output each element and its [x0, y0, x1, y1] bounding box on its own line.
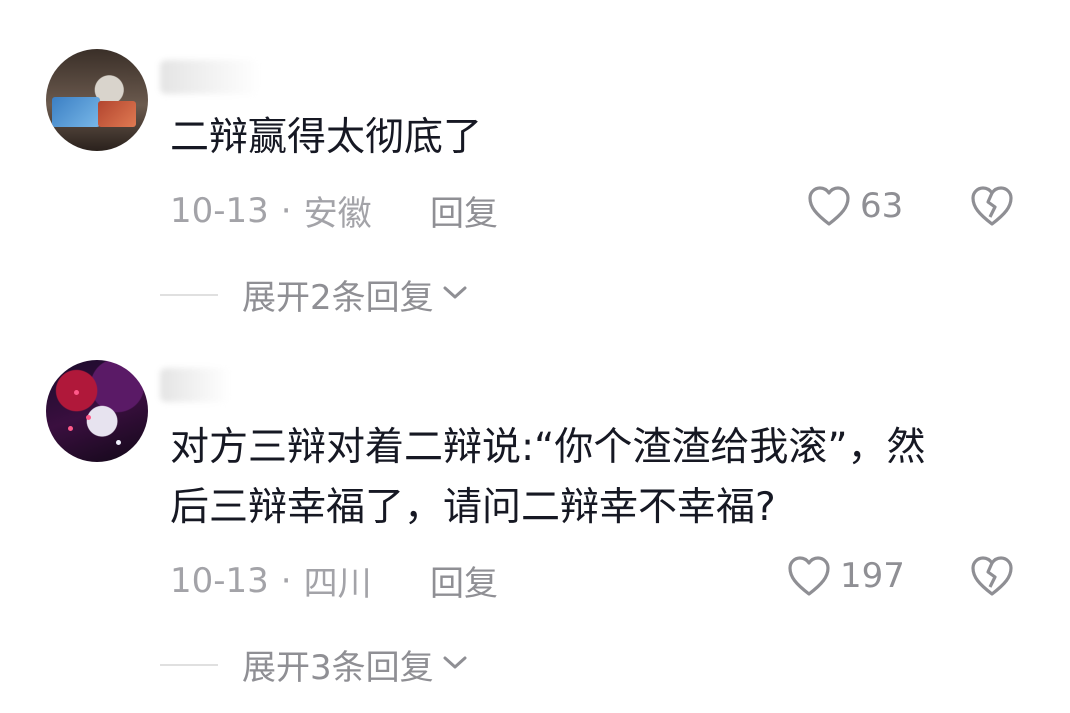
username-blurred[interactable] [160, 368, 230, 402]
expand-replies-label: 展开3条回复 [242, 648, 434, 688]
avatar-detail [68, 426, 73, 431]
dislike-button[interactable] [968, 554, 1016, 598]
comment-location: 四川 [303, 564, 372, 604]
avatar[interactable] [46, 360, 148, 462]
heart-outline-icon [786, 554, 832, 598]
comment-text-line: 对方三辩对着二辩说:“你个渣渣给我滚”，然 [170, 425, 926, 470]
expand-replies-button[interactable]: 展开3条回复 [160, 640, 468, 689]
broken-heart-icon [968, 554, 1016, 598]
like-count: 197 [840, 556, 905, 596]
avatar-detail [116, 440, 121, 445]
avatar-detail [74, 390, 79, 395]
chevron-down-icon [434, 654, 468, 676]
like-button[interactable]: 197 [786, 554, 905, 598]
expand-divider [160, 663, 218, 666]
comment-text-line: 后三辩幸福了，请问二辩幸不幸福? [170, 485, 776, 530]
comment-item: 对方三辩对着二辩说:“你个渣渣给我滚”，然 后三辩幸福了，请问二辩幸不幸福? 1… [0, 0, 1070, 713]
avatar-detail [86, 415, 91, 420]
comment-meta: 10-13 · 四川 [170, 556, 372, 605]
comment-text: 对方三辩对着二辩说:“你个渣渣给我滚”，然 后三辩幸福了，请问二辩幸不幸福? [170, 420, 926, 536]
reply-button[interactable]: 回复 [430, 556, 498, 605]
comment-date: 10-13 [170, 560, 269, 601]
meta-separator: · [280, 560, 292, 601]
